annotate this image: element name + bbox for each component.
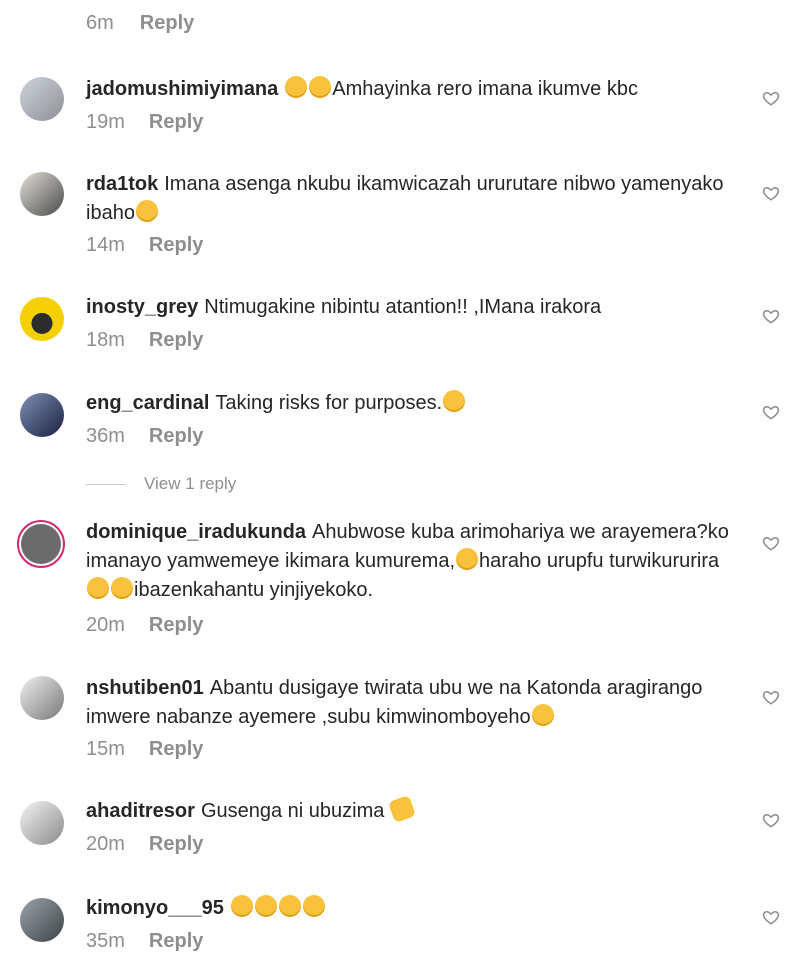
heart-outline-icon[interactable] (762, 403, 780, 421)
comment-time: 19m (86, 111, 125, 133)
view-replies-button[interactable]: View 1 reply (86, 474, 236, 494)
reply-button[interactable]: Reply (149, 111, 203, 134)
reply-button[interactable]: Reply (149, 425, 203, 448)
avatar-image (21, 524, 61, 564)
heart-outline-icon[interactable] (762, 534, 780, 552)
comment-time: 36m (86, 425, 125, 447)
avatar[interactable] (20, 393, 64, 437)
comment-meta: 18m Reply (86, 329, 203, 352)
tears-of-joy-emoji (278, 895, 301, 917)
reply-button[interactable]: Reply (149, 614, 203, 637)
comment-text: Imana asenga nkubu ikamwicazah ururutare… (86, 173, 724, 224)
comment-body: rda1tok Imana asenga nkubu ikamwicazah ur… (86, 170, 730, 228)
view-replies-label: View 1 reply (144, 474, 237, 493)
heart-outline-icon[interactable] (762, 89, 780, 107)
comment-time: 14m (86, 234, 125, 256)
crying-face-emoji (87, 577, 109, 599)
open-mouth-face-emoji (531, 704, 554, 726)
comment-username[interactable]: eng_cardinal (86, 392, 209, 414)
clapping-hands-emoji (387, 794, 417, 824)
comment-username[interactable]: nshutiben01 (86, 677, 204, 699)
comment-meta: 36m Reply (86, 425, 203, 448)
tears-of-joy-emoji (302, 895, 325, 917)
reply-button[interactable]: Reply (149, 234, 203, 257)
tears-of-joy-emoji (254, 895, 277, 917)
divider (86, 483, 126, 485)
comment-text-3: ibazenkahantu yinjiyekoko. (134, 579, 374, 601)
comment-meta: 20m Reply (86, 833, 203, 856)
heart-outline-icon[interactable] (762, 908, 780, 926)
relieved-face-emoji (443, 390, 466, 412)
comment-body: dominique_iradukunda Ahubwose kuba arimoh… (86, 518, 730, 605)
comment-time: 15m (86, 738, 125, 760)
comment-text: Taking risks for purposes. (215, 392, 443, 414)
reply-button[interactable]: Reply (140, 12, 194, 35)
comment-meta: 35m Reply (86, 930, 203, 953)
heart-outline-icon[interactable] (762, 688, 780, 706)
avatar[interactable] (20, 297, 64, 341)
comment-username[interactable]: kimonyo___95 (86, 897, 224, 919)
comment-text: Ntimugakine nibintu atantion!! ,IMana ir… (204, 296, 602, 318)
comment-body: inosty_grey Ntimugakine nibintu atantion!… (86, 293, 740, 322)
comment-time: 20m (86, 614, 125, 636)
comment-username[interactable]: ahaditresor (86, 800, 195, 822)
comment-meta-top: 6m Reply (86, 12, 194, 35)
open-mouth-face-emoji (285, 76, 308, 98)
reply-button[interactable]: Reply (149, 329, 203, 352)
comment-username[interactable]: inosty_grey (86, 296, 198, 318)
comment-text: Gusenga ni ubuzima (200, 800, 385, 822)
comment-meta: 20m Reply (86, 614, 203, 637)
comment-meta: 14m Reply (86, 234, 203, 257)
comment-text-2: haraho urupfu turwikururira (479, 550, 720, 572)
comment-body: nshutiben01 Abantu dusigaye twirata ubu w… (86, 674, 730, 732)
comment-username[interactable]: dominique_iradukunda (86, 521, 306, 543)
comment-body: jadomushimiyimana Amhayinka rero imana ik… (86, 75, 740, 104)
reply-button[interactable]: Reply (149, 930, 203, 953)
comment-body: ahaditresor Gusenga ni ubuzima (86, 794, 740, 826)
open-mouth-face-emoji (309, 76, 332, 98)
avatar[interactable] (20, 801, 64, 845)
comment-body: kimonyo___95 (86, 894, 740, 923)
comment-time: 35m (86, 930, 125, 952)
avatar[interactable] (20, 77, 64, 121)
comment-meta: 15m Reply (86, 738, 203, 761)
avatar[interactable] (20, 172, 64, 216)
comment-time: 18m (86, 329, 125, 351)
avatar[interactable] (17, 520, 65, 568)
comment-time: 20m (86, 833, 125, 855)
comment-time: 6m (86, 12, 114, 34)
reply-button[interactable]: Reply (149, 738, 203, 761)
comment-username[interactable]: rda1tok (86, 173, 158, 195)
heart-eyes-emoji (456, 548, 479, 570)
heart-outline-icon[interactable] (762, 184, 780, 202)
tears-of-joy-emoji (230, 895, 253, 917)
reply-button[interactable]: Reply (149, 833, 203, 856)
avatar[interactable] (20, 898, 64, 942)
comment-username[interactable]: jadomushimiyimana (86, 78, 278, 100)
heart-outline-icon[interactable] (762, 307, 780, 325)
comment-text: Amhayinka rero imana ikumve kbc (332, 78, 638, 100)
crying-face-emoji (111, 577, 133, 599)
comment-body: eng_cardinal Taking risks for purposes. (86, 389, 740, 418)
heart-outline-icon[interactable] (762, 811, 780, 829)
tears-of-joy-emoji (135, 200, 158, 222)
comment-meta: 19m Reply (86, 111, 203, 134)
avatar[interactable] (20, 676, 64, 720)
